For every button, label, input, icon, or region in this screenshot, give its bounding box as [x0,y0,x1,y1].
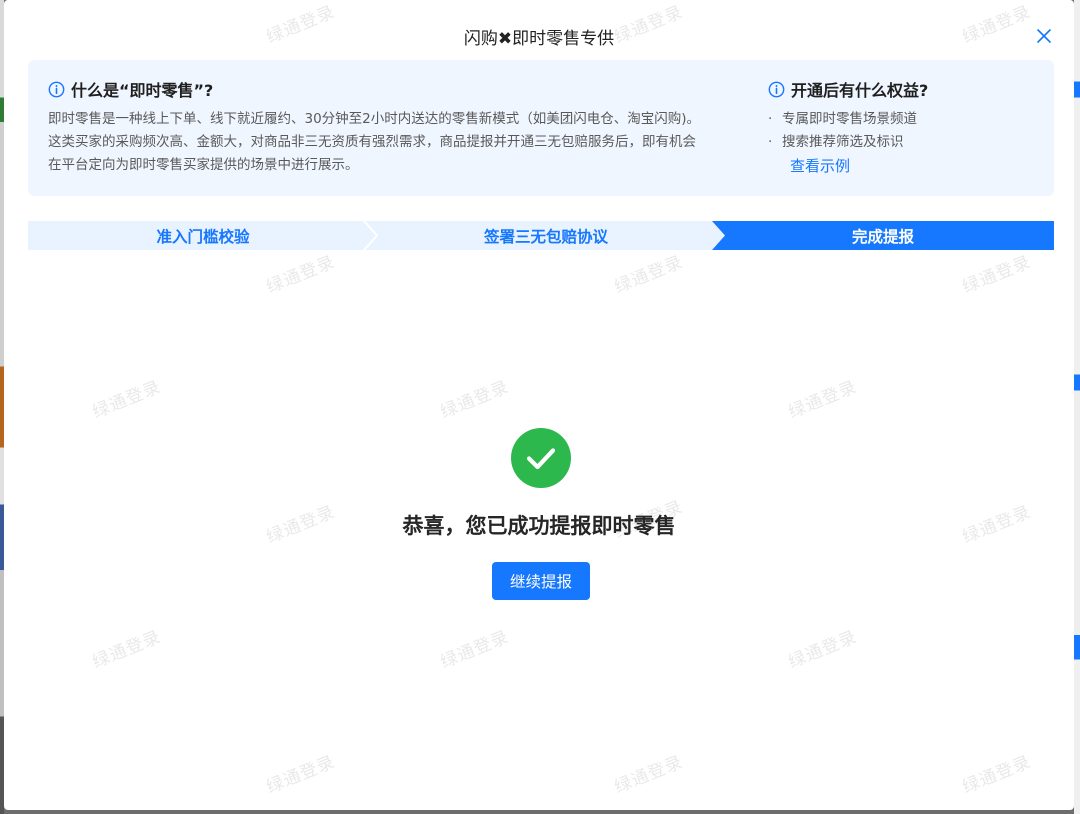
info-circle-icon [768,81,785,97]
watermark: 绿通登录 [89,377,165,423]
info-circle-icon [48,81,65,97]
watermark: 绿通登录 [959,752,1035,798]
benefit-label: 专属即时零售场景频道 [782,111,917,127]
step-sign-agreement: 签署三无包赔协议 [362,221,730,250]
benefit-item: · 搜索推荐筛选及标识 [768,131,1028,154]
close-button[interactable] [1034,26,1054,46]
watermark: 绿通登录 [785,377,861,423]
benefits-list: · 专属即时零售场景频道 · 搜索推荐筛选及标识 查看示例 [768,108,1028,178]
step-label: 签署三无包赔协议 [483,227,608,246]
step-complete-submission: 完成提报 [712,221,1054,250]
watermark: 绿通登录 [263,752,339,798]
benefits-section: 开通后有什么权益? · 专属即时零售场景频道 · 搜索推荐筛选及标识 查看示例 [768,78,1028,178]
benefits-title: 开通后有什么权益? [791,81,929,100]
info-panel: 什么是“即时零售”? 即时零售是一种线上下单、线下就近履约、30分钟至2小时内送… [28,60,1054,196]
step-label: 完成提报 [851,227,914,246]
watermark: 绿通登录 [437,627,513,673]
success-message: 恭喜，您已成功提报即时零售 [402,514,676,538]
watermark: 绿通登录 [89,627,165,673]
check-circle-icon [511,428,571,488]
watermark: 绿通登录 [611,752,687,798]
watermark: 绿通登录 [263,252,339,298]
what-is-description: 即时零售是一种线上下单、线下就近履约、30分钟至2小时内送达的零售新模式（如美团… [48,111,701,173]
modal-title: 闪购✖即时零售专供 [463,29,615,49]
benefits-heading: 开通后有什么权益? [768,78,1028,100]
view-example-link[interactable]: 查看示例 [790,154,1028,178]
instant-retail-modal: 绿通登录 绿通登录 绿通登录 绿通登录 绿通登录 绿通登录 绿通登录 绿通登录 … [4,0,1074,810]
benefit-item: · 专属即时零售场景频道 [768,108,1028,131]
what-is-heading: 什么是“即时零售”? [48,78,708,100]
watermark: 绿通登录 [785,627,861,673]
progress-steps: 准入门槛校验 签署三无包赔协议 完成提报 [28,221,1054,250]
watermark: 绿通登录 [959,252,1035,298]
step-label: 准入门槛校验 [156,227,250,246]
background-page-right-edge [1074,0,1080,814]
step-admission-check: 准入门槛校验 [28,221,378,250]
benefit-label: 搜索推荐筛选及标识 [782,134,904,150]
bullet-icon: · [768,134,773,150]
watermark: 绿通登录 [611,252,687,298]
watermark: 绿通登录 [437,377,513,423]
what-is-section: 什么是“即时零售”? 即时零售是一种线上下单、线下就近履约、30分钟至2小时内送… [48,78,708,177]
bullet-icon: · [768,111,773,127]
continue-submit-button[interactable]: 继续提报 [492,562,590,600]
close-icon [1037,29,1051,43]
what-is-title: 什么是“即时零售”? [71,81,214,100]
